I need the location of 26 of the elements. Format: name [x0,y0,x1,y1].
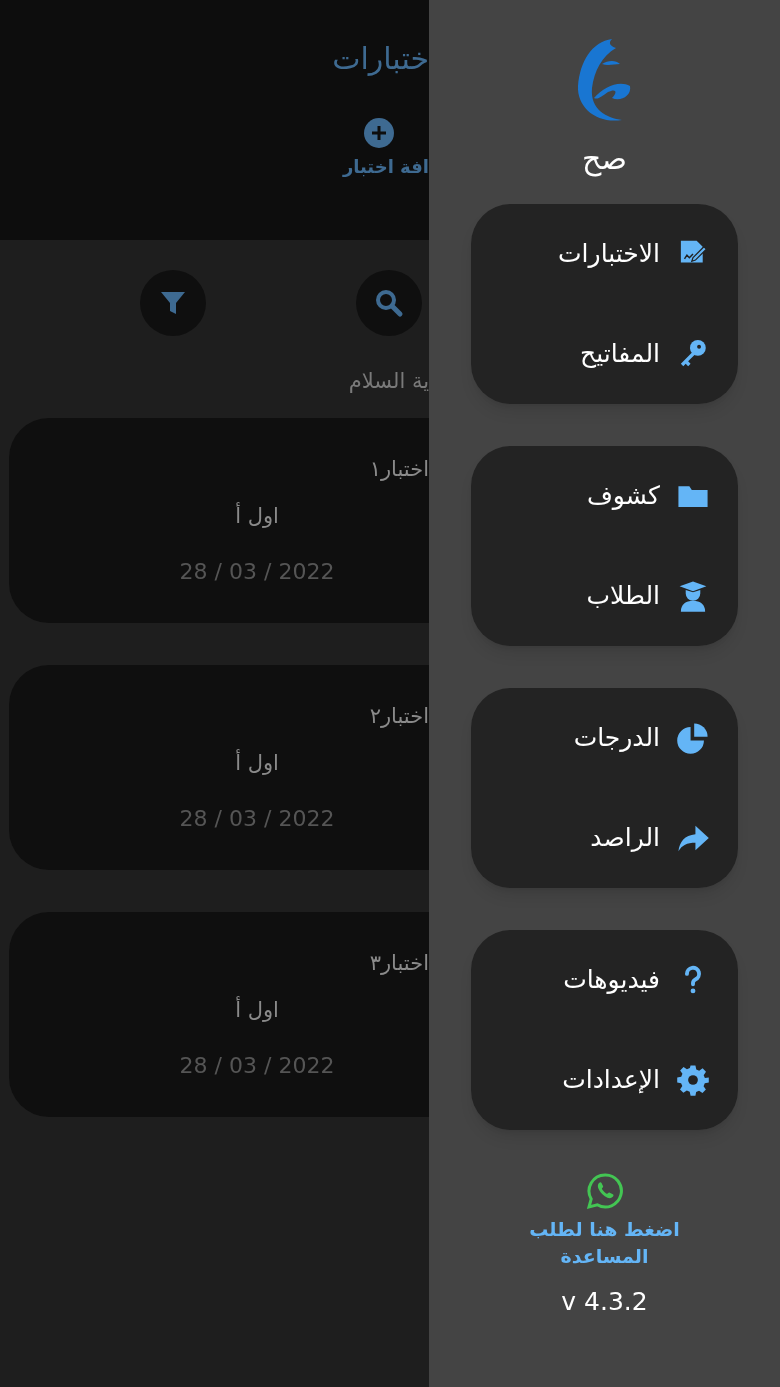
exam-date: 28 / 03 / 2022 [179,557,335,586]
menu-item[interactable]: الإعدادات [471,1047,710,1113]
version-label: v 4.3.2 [561,1286,648,1319]
help-link[interactable]: اضغط هنا لطلب المساعدة [509,1216,700,1270]
exam-date: 28 / 03 / 2022 [179,804,335,833]
menu-item[interactable]: الدرجات [471,705,710,771]
chat-bubble-icon[interactable] [585,1172,624,1210]
pie-chart-icon [676,721,710,755]
plus-icon [362,117,395,149]
settings-icon [676,1063,710,1097]
class-name: اول أ [235,995,279,1024]
school-name: ية السلام [347,368,429,395]
search-icon [374,288,404,318]
page-title: ختبارات [332,40,429,78]
menu-item[interactable]: المفاتيح [471,321,710,387]
menu-item[interactable]: كشوف [471,463,710,529]
menu-item[interactable]: الاختبارات [471,221,710,287]
exam-title: اختبار١ [369,455,429,483]
menu-item[interactable]: فيديوهات [471,947,710,1013]
class-name: اول أ [235,501,279,530]
exam-title: اختبار٣ [369,949,429,977]
exam-date: 28 / 03 / 2022 [179,1051,335,1080]
menu-item[interactable]: الطلاب [471,563,710,629]
menu-item[interactable]: الراصد [471,805,710,871]
class-name: اول أ [235,748,279,777]
exam-title: اختبار٢ [369,702,429,730]
